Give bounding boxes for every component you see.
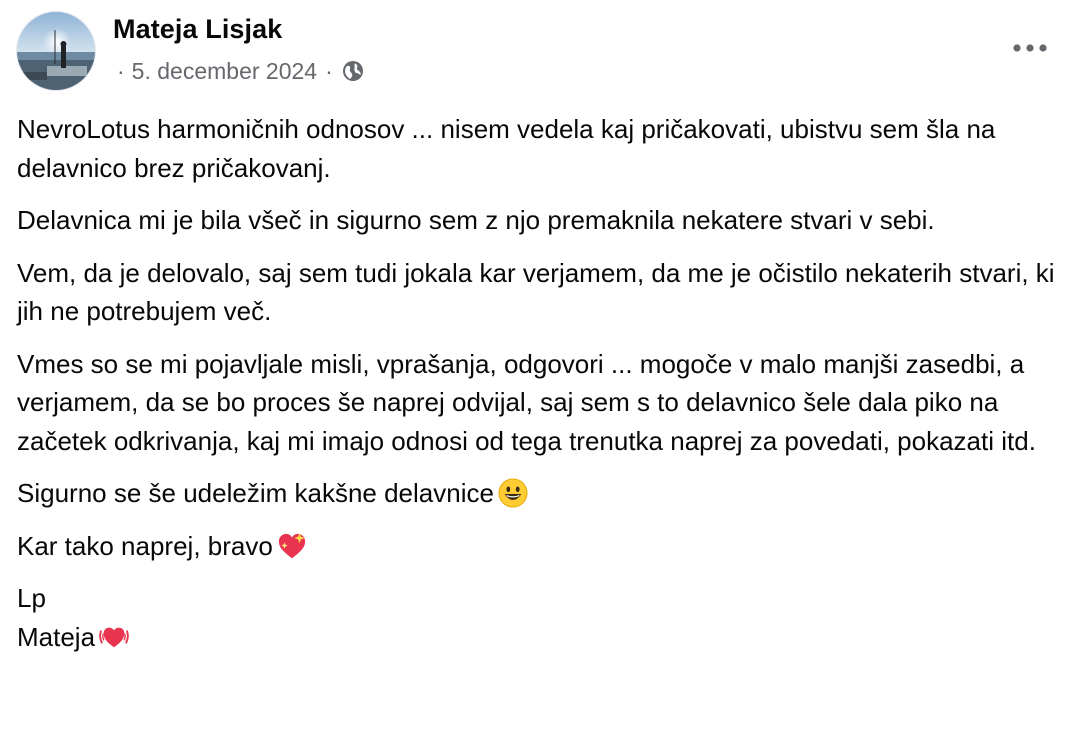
more-options-button[interactable] bbox=[1004, 30, 1056, 66]
post-paragraph: Vmes so se mi pojavljale misli, vprašanj… bbox=[17, 348, 1036, 456]
post-paragraph: Lp bbox=[17, 583, 46, 613]
grinning-face-emoji bbox=[498, 478, 528, 508]
post-meta: · 5. december 2024 · bbox=[117, 56, 365, 86]
avatar[interactable] bbox=[16, 11, 96, 91]
post-paragraph-with-emoji: Kar tako naprej, bravo bbox=[17, 527, 1067, 566]
globe-icon[interactable] bbox=[341, 59, 365, 83]
meta-separator: · bbox=[117, 57, 125, 84]
post-paragraph-text: Kar tako naprej, bravo bbox=[17, 530, 273, 561]
post-paragraph-text: Sigurno se še udeležim kakšne delavnice bbox=[17, 478, 494, 508]
post-paragraph-with-emoji: Sigurno se še udeležim kakšne delavnice bbox=[17, 474, 1067, 513]
post-paragraph-with-emoji: Mateja bbox=[17, 618, 1067, 657]
beating-heart-emoji bbox=[99, 627, 129, 647]
post-card: Mateja Lisjak · 5. december 2024 · Nevro… bbox=[0, 0, 1082, 746]
post-paragraph: Delavnica mi je bila všeč in sigurno sem… bbox=[17, 205, 935, 235]
author-name[interactable]: Mateja Lisjak bbox=[113, 14, 282, 45]
post-body: NevroLotus harmoničnih odnosov ... nisem… bbox=[17, 110, 1067, 656]
avatar-photo bbox=[17, 12, 95, 90]
post-paragraph: Vem, da je delovalo, saj sem tudi jokala… bbox=[17, 257, 1055, 327]
sparkling-heart-emoji bbox=[278, 532, 305, 558]
more-horizontal-icon bbox=[1013, 44, 1047, 52]
post-paragraph-text: Mateja bbox=[17, 621, 96, 652]
post-date[interactable]: 5. december 2024 bbox=[132, 58, 317, 85]
meta-separator: · bbox=[325, 57, 333, 84]
post-paragraph: NevroLotus harmoničnih odnosov ... nisem… bbox=[17, 114, 996, 183]
